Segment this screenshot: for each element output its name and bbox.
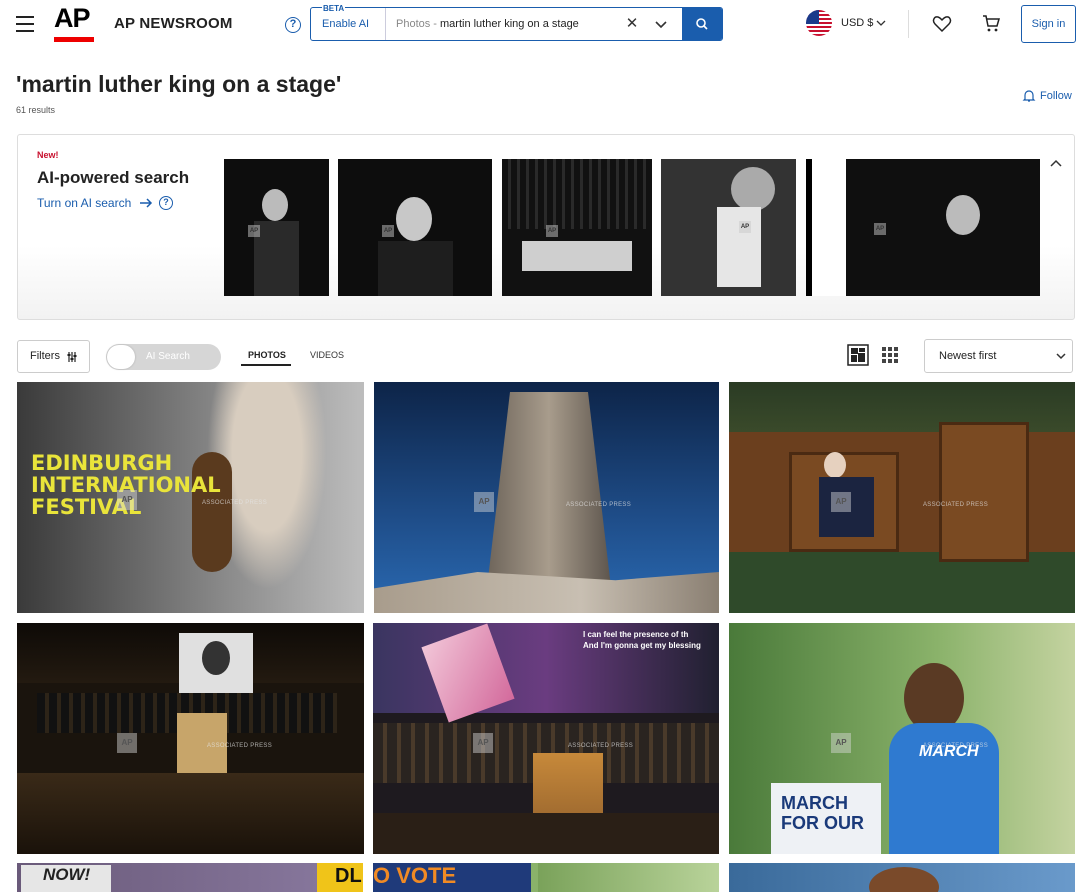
filters-label: Filters [30,350,60,362]
watermark-text: ASSOCIATED PRESS [568,743,634,749]
grid-view-icon[interactable] [879,344,901,366]
tab-videos[interactable]: VIDEOS [310,350,344,360]
turn-on-ai-link[interactable]: Turn on AI search [37,196,131,210]
sign-in-button[interactable]: Sign in [1021,5,1076,43]
overlay-text: I can feel the presence of th [583,630,689,639]
ap-logo-text: AP [54,3,91,33]
sort-selected-label: Newest first [939,350,997,362]
search-icon [696,18,708,30]
result-tile[interactable]: AP ASSOCIATED PRESS [729,382,1075,613]
header-divider [908,10,909,38]
mosaic-view-icon[interactable] [847,344,869,366]
ai-promo-title: AI-powered search [37,168,190,187]
top-header: AP AP NEWSROOM ? BETA Enable AI Photos -… [0,0,1085,48]
us-flag-icon[interactable] [806,10,832,36]
bell-icon [1022,90,1036,102]
new-badge: New! [37,150,59,160]
watermark-text: ASSOCIATED PRESS [566,502,632,508]
cart-icon[interactable] [981,13,1001,33]
ai-search-promo: New! AI-powered search Turn on AI search… [17,134,1075,320]
watermark-text: ASSOCIATED PRESS [923,502,989,508]
arrow-right-icon[interactable] [139,197,153,209]
overlay-text: FOR OUR [781,813,864,833]
overlay-text: EDINBURGH [31,451,173,475]
result-tile[interactable]: O VOTE [373,863,719,892]
result-tile[interactable]: AP ASSOCIATED PRESS [374,382,719,613]
ap-logo[interactable]: AP [54,4,94,42]
watermark-text: ASSOCIATED PRESS [202,500,268,506]
ai-sample-thumbnail[interactable]: AP [502,159,652,296]
menu-icon[interactable] [16,16,34,32]
currency-selector[interactable]: USD $ [841,17,873,29]
follow-button[interactable]: Follow [1022,89,1072,103]
ai-sample-thumbnail[interactable]: AP [338,159,492,296]
watermark-text: ASSOCIATED PRESS [923,743,989,749]
filters-button[interactable]: Filters [17,340,90,373]
result-tile[interactable]: MARCH FOR OUR MARCH AP ASSOCIATED PRESS [729,623,1075,854]
chevron-down-icon[interactable] [653,16,669,32]
result-tile[interactable] [729,863,1075,892]
ai-search-toggle[interactable]: AI Search [106,344,221,370]
overlay-text: DL [335,865,362,887]
results-count: 61 results [16,105,56,115]
favorites-heart-icon[interactable] [932,14,952,34]
result-tile[interactable]: I can feel the presence of th And I'm go… [373,623,719,854]
result-tile[interactable]: EDINBURGH INTERNATIONAL FESTIVAL AP ASSO… [17,382,364,613]
chevron-down-icon [1056,353,1066,360]
help-icon[interactable]: ? [159,196,173,210]
search-button[interactable] [682,8,722,40]
follow-label: Follow [1040,89,1072,102]
page-title: 'martin luther king on a stage' [16,71,342,97]
search-scope-label[interactable]: Photos - [396,8,437,40]
active-tab-indicator [241,364,291,366]
watermark-text: ASSOCIATED PRESS [207,743,273,749]
overlay-text: MARCH [781,793,848,813]
chevron-up-icon[interactable] [1050,159,1062,169]
overlay-text: And I'm gonna get my blessing [583,641,701,650]
chevron-down-icon[interactable] [876,18,886,28]
overlay-text: NOW! [43,865,91,884]
ai-toggle-label: AI Search [146,351,190,362]
overlay-text: O VOTE [373,863,457,888]
clear-search-icon[interactable]: ✕ [624,16,640,32]
search-input[interactable] [440,14,610,34]
result-tile[interactable]: AP ASSOCIATED PRESS [17,623,364,854]
ai-sample-thumbnail[interactable]: AP [806,159,1040,296]
help-icon[interactable]: ? [285,17,301,33]
tab-photos[interactable]: PHOTOS [248,350,286,360]
sliders-icon [67,352,77,362]
sort-dropdown[interactable]: Newest first [924,339,1073,373]
beta-badge: BETA [322,4,346,13]
brand-name[interactable]: AP NEWSROOM [114,15,233,32]
ai-sample-thumbnail[interactable]: AP [661,159,796,296]
search-bar: Enable AI Photos - ✕ [310,7,723,41]
result-tile[interactable]: NOW! DL [17,863,363,892]
ai-sample-thumbnail[interactable]: AP [224,159,329,296]
